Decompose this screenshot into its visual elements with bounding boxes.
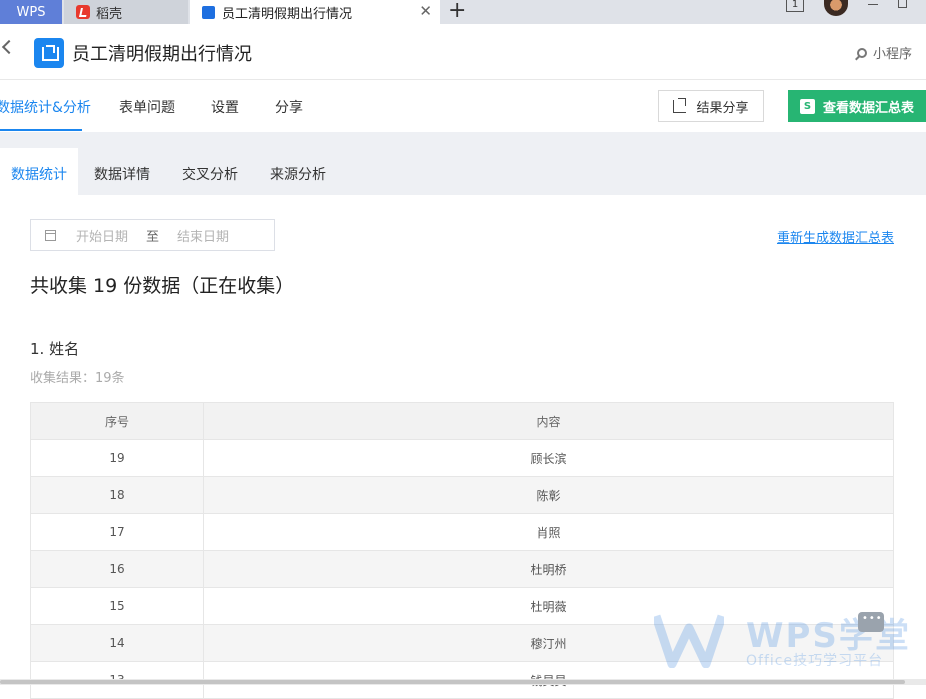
row-index: 18 — [30, 476, 204, 514]
question-title: 1. 姓名 — [30, 340, 80, 358]
column-header-index: 序号 — [30, 402, 204, 440]
share-icon — [673, 97, 687, 113]
sub-tab-bar: 数据统计 数据详情 交叉分析 来源分析 — [0, 132, 926, 195]
user-avatar[interactable] — [824, 0, 848, 16]
share-result-label: 结果分享 — [696, 100, 749, 116]
app-header: 员工清明假期出行情况 小程序 — [0, 24, 926, 80]
date-separator: 至 — [146, 229, 160, 245]
view-summary-button[interactable]: S 查看数据汇总表 — [788, 90, 926, 122]
tab-wps[interactable]: WPS — [0, 0, 62, 24]
share-result-button[interactable]: 结果分享 — [658, 90, 764, 122]
main-nav: 数据统计&分析 表单问题 设置 分享 结果分享 S 查看数据汇总表 — [0, 80, 926, 132]
row-content: 顾长滨 — [203, 439, 894, 477]
window-count-icon[interactable]: 1 — [786, 0, 804, 12]
form-app-icon — [34, 38, 64, 68]
tab-form-label: 员工清明假期出行情况 — [222, 6, 353, 22]
table-header-row: 序号 内容 — [30, 402, 894, 440]
nav-share[interactable]: 分享 — [275, 97, 303, 117]
nav-settings[interactable]: 设置 — [211, 97, 239, 117]
row-content: 杜明薇 — [203, 587, 894, 625]
row-content: 肖照 — [203, 513, 894, 551]
subtab-details[interactable]: 数据详情 — [94, 148, 150, 195]
tab-wps-label: WPS — [16, 4, 46, 20]
row-index: 19 — [30, 439, 204, 477]
row-content: 陈彰 — [203, 476, 894, 514]
regenerate-summary-link[interactable]: 重新生成数据汇总表 — [777, 227, 894, 246]
daoke-logo-icon — [76, 5, 90, 19]
scrollbar-thumb[interactable] — [0, 680, 905, 684]
subtab-statistics[interactable]: 数据统计 — [0, 148, 78, 195]
page-title: 员工清明假期出行情况 — [72, 44, 252, 65]
view-summary-label: 查看数据汇总表 — [823, 100, 915, 116]
row-content: 穆汀州 — [203, 624, 894, 662]
new-tab-plus-icon[interactable]: + — [448, 0, 466, 23]
nav-form-questions[interactable]: 表单问题 — [119, 97, 175, 117]
back-arrow-icon[interactable] — [1, 39, 17, 55]
nav-active-underline — [0, 129, 82, 131]
results-table: 序号 内容 19 顾长滨 18 陈彰 17 肖照 16 杜明桥 15 杜明薇 1… — [30, 402, 894, 699]
mini-program-link[interactable]: 小程序 — [856, 43, 912, 62]
form-doc-icon — [202, 5, 215, 19]
chat-icon[interactable] — [858, 612, 884, 632]
mini-program-label: 小程序 — [872, 47, 912, 62]
calendar-icon — [45, 229, 56, 241]
table-row: 14 穆汀州 — [30, 624, 894, 662]
subtab-cross-analysis[interactable]: 交叉分析 — [182, 148, 238, 195]
table-row: 15 杜明薇 — [30, 587, 894, 625]
minimize-icon[interactable] — [868, 4, 878, 5]
column-header-content: 内容 — [203, 402, 894, 440]
table-row: 18 陈彰 — [30, 476, 894, 514]
row-index: 15 — [30, 587, 204, 625]
table-row: 17 肖照 — [30, 513, 894, 551]
row-index: 14 — [30, 624, 204, 662]
collection-count-heading: 共收集 19 份数据（正在收集） — [30, 275, 295, 297]
spreadsheet-icon: S — [800, 98, 815, 114]
date-range-picker[interactable]: 开始日期 至 结束日期 — [30, 219, 275, 251]
tab-daoke-label: 稻壳 — [96, 6, 123, 22]
table-row: 16 杜明桥 — [30, 550, 894, 588]
tab-close-icon[interactable]: ✕ — [419, 3, 432, 19]
tab-daoke[interactable]: 稻壳 — [64, 0, 188, 24]
nav-statistics[interactable]: 数据统计&分析 — [0, 97, 91, 117]
maximize-icon[interactable] — [898, 0, 907, 8]
start-date-input[interactable]: 开始日期 — [76, 226, 128, 245]
tab-form[interactable]: 员工清明假期出行情况 ✕ — [190, 0, 440, 24]
link-icon — [856, 47, 867, 58]
subtab-source-analysis[interactable]: 来源分析 — [270, 148, 326, 195]
table-row: 19 顾长滨 — [30, 439, 894, 477]
row-index: 17 — [30, 513, 204, 551]
row-index: 16 — [30, 550, 204, 588]
row-content: 杜明桥 — [203, 550, 894, 588]
question-result-count: 收集结果：19条 — [30, 371, 125, 386]
browser-tab-strip: WPS 稻壳 员工清明假期出行情况 ✕ + 1 — [0, 0, 926, 24]
end-date-input[interactable]: 结束日期 — [177, 226, 229, 245]
